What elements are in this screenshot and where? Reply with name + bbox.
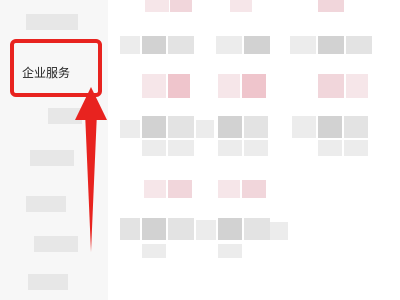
- blurred-tile: [142, 218, 166, 240]
- blurred-tile: [142, 140, 166, 156]
- blurred-tile: [142, 244, 166, 258]
- blurred-tile: [216, 36, 242, 54]
- blurred-tile: [244, 218, 270, 240]
- blurred-tile: [120, 120, 140, 138]
- blurred-tile: [344, 140, 368, 156]
- blurred-tile: [142, 116, 166, 138]
- blurred-tile: [196, 220, 216, 240]
- app-screen: 企业服务: [0, 0, 400, 300]
- blurred-tile: [230, 0, 252, 12]
- blurred-tile: [218, 116, 242, 138]
- blurred-tile: [168, 140, 194, 156]
- blurred-tile: [242, 74, 266, 98]
- blurred-tile: [144, 180, 166, 198]
- sidebar-item-placeholder[interactable]: [48, 108, 82, 124]
- blurred-tile: [270, 222, 288, 240]
- blurred-tile: [120, 218, 140, 240]
- blurred-tile: [168, 116, 194, 138]
- blurred-tile: [346, 74, 368, 98]
- blurred-tile: [168, 74, 190, 98]
- blurred-tile: [142, 36, 166, 54]
- blurred-tile: [218, 244, 242, 258]
- blurred-tile: [218, 218, 242, 240]
- blurred-tile: [218, 140, 242, 156]
- sidebar-item-placeholder[interactable]: [34, 236, 78, 252]
- blurred-tile: [344, 116, 368, 138]
- sidebar-item-placeholder[interactable]: [26, 14, 78, 30]
- blurred-tile: [244, 36, 270, 54]
- highlight-box: [10, 39, 102, 97]
- blurred-tile: [145, 0, 169, 12]
- blurred-tile: [318, 36, 344, 54]
- sidebar-item-placeholder[interactable]: [26, 196, 66, 212]
- blurred-tile: [244, 116, 268, 138]
- blurred-tile: [218, 74, 240, 98]
- blurred-tile: [168, 218, 194, 240]
- blurred-tile: [120, 36, 140, 54]
- blurred-tile: [142, 74, 166, 98]
- blurred-tile: [168, 180, 192, 198]
- blurred-tile: [168, 36, 194, 54]
- blurred-tile: [292, 116, 316, 138]
- blurred-tile: [318, 140, 342, 156]
- blurred-tile: [318, 74, 344, 98]
- blurred-tile: [242, 180, 266, 198]
- blurred-tile: [318, 0, 344, 12]
- blurred-tile: [170, 0, 192, 12]
- blurred-tile: [290, 36, 316, 54]
- sidebar-item-placeholder[interactable]: [30, 150, 74, 166]
- blurred-tile: [346, 36, 372, 54]
- blurred-tile: [318, 116, 342, 138]
- blurred-tile: [244, 140, 268, 156]
- blurred-tile: [196, 120, 214, 138]
- sidebar-item-placeholder[interactable]: [28, 274, 68, 290]
- blurred-tile: [218, 180, 240, 198]
